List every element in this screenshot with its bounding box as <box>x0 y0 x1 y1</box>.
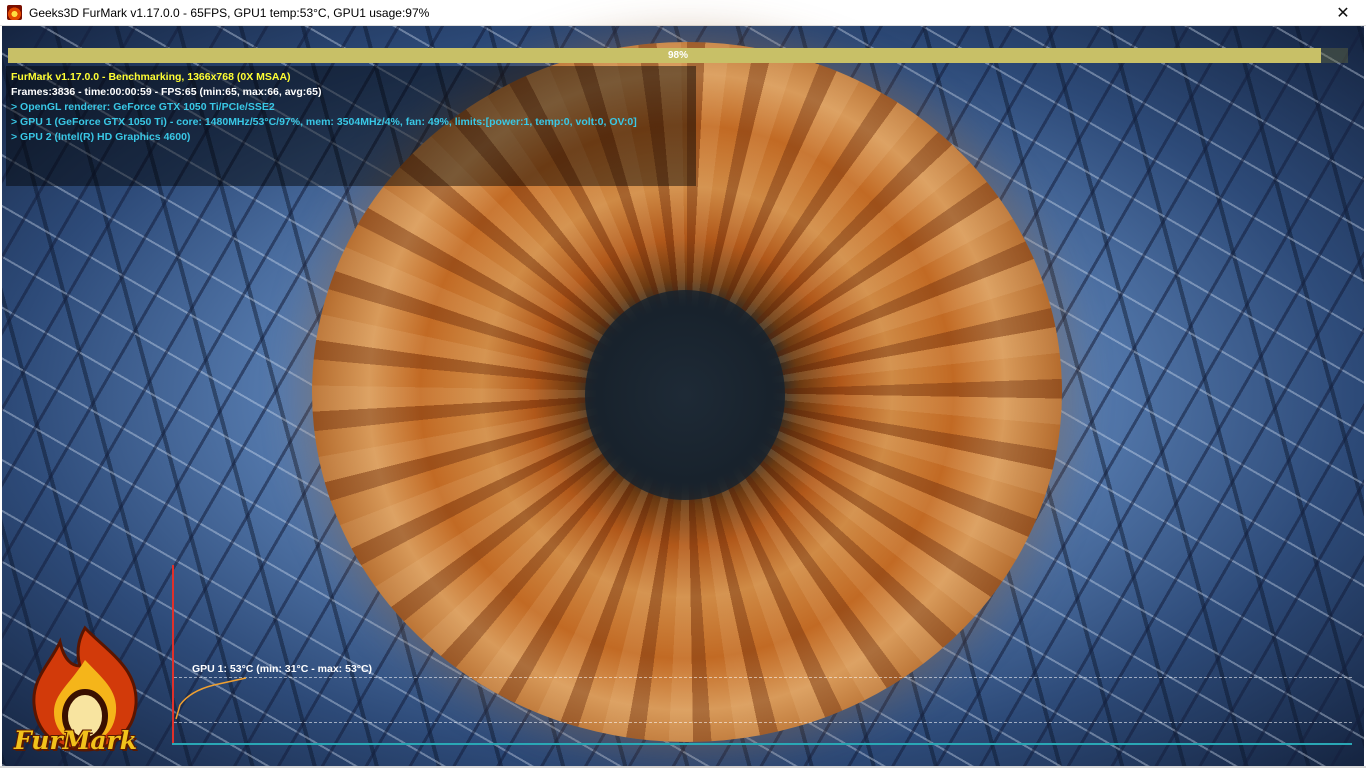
graph-max-line <box>174 677 1352 678</box>
benchmark-info-panel: FurMark v1.17.0.0 - Benchmarking, 1366x7… <box>6 66 696 186</box>
window-title: Geeks3D FurMark v1.17.0.0 - 65FPS, GPU1 … <box>29 5 430 20</box>
gpu-temperature-curve <box>175 677 247 720</box>
benchmark-header: FurMark v1.17.0.0 - Benchmarking, 1366x7… <box>11 71 291 83</box>
benchmark-stats: Frames:3836 - time:00:00:59 - FPS:65 (mi… <box>11 86 322 98</box>
furmark-logo-wordmark: FurMark <box>14 726 138 755</box>
window-titlebar[interactable]: Geeks3D FurMark v1.17.0.0 - 65FPS, GPU1 … <box>0 0 1366 26</box>
graph-x-axis <box>172 743 1352 745</box>
opengl-renderer: > OpenGL renderer: GeForce GTX 1050 Ti/P… <box>11 101 275 113</box>
gpu-temperature-graph: GPU 1: 53°C (min: 31°C - max: 53°C) <box>172 565 1352 745</box>
fur-eye-pupil <box>585 290 785 500</box>
gpu1-info: > GPU 1 (GeForce GTX 1050 Ti) - core: 14… <box>11 116 637 128</box>
graph-min-line <box>174 722 1352 723</box>
gpu2-info: > GPU 2 (Intel(R) HD Graphics 4600) <box>11 131 191 143</box>
benchmark-progress-bar: 98% <box>8 48 1348 63</box>
temperature-series-line <box>175 677 247 720</box>
benchmark-progress-label: 98% <box>667 50 688 61</box>
furmark-app-icon <box>7 5 22 20</box>
close-button[interactable]: ✕ <box>1320 0 1366 26</box>
close-icon: ✕ <box>1336 5 1350 22</box>
